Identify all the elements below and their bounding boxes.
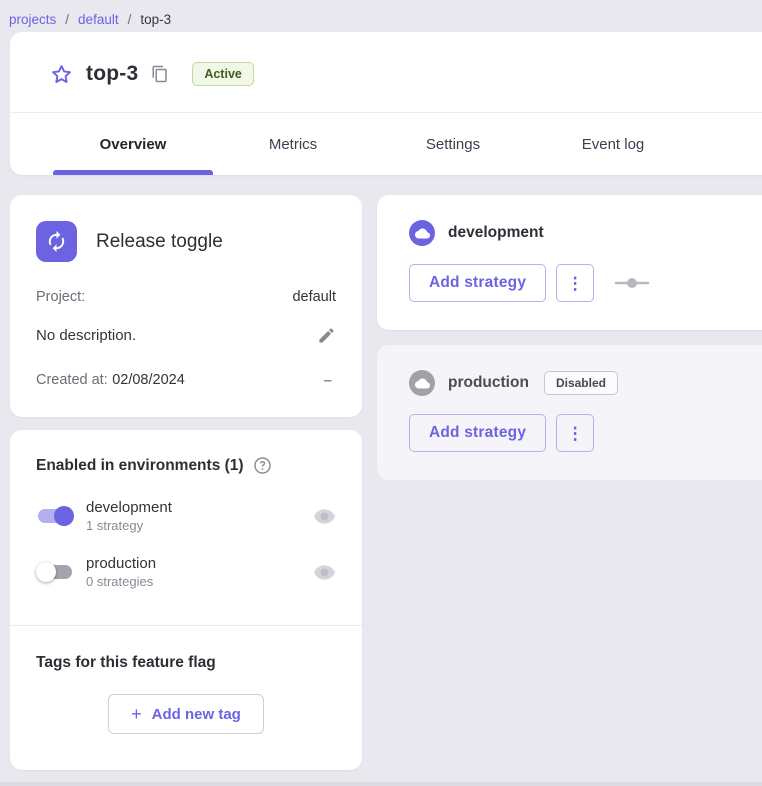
page-title: top-3 <box>86 62 138 86</box>
status-badge: Active <box>192 62 254 86</box>
add-strategy-button[interactable]: Add strategy <box>409 414 546 452</box>
development-environment-panel: development Add strategy ⋮ <box>377 195 762 330</box>
flag-details-card: Release toggle Project: default No descr… <box>10 195 362 417</box>
visibility-eye-icon[interactable] <box>313 561 336 584</box>
environment-panel-name: production <box>448 374 529 392</box>
bottom-edge-strip <box>0 782 762 786</box>
active-tab-indicator <box>53 170 213 175</box>
tab-event-log[interactable]: Event log <box>533 113 693 175</box>
plus-icon: + <box>131 705 142 723</box>
breadcrumb-projects-link[interactable]: projects <box>9 12 56 27</box>
environment-panel-name: development <box>448 224 544 242</box>
add-new-tag-label: Add new tag <box>152 706 241 723</box>
environment-row-production: production 0 strategies <box>36 555 336 589</box>
environment-name: production <box>86 555 156 572</box>
development-toggle[interactable] <box>36 505 74 527</box>
production-environment-panel: production Disabled Add strategy ⋮ <box>377 345 762 480</box>
favorite-star-icon[interactable] <box>50 63 73 86</box>
environments-tags-card: Enabled in environments (1) de <box>10 430 362 770</box>
description-text: No description. <box>36 327 136 344</box>
help-icon[interactable] <box>253 456 272 475</box>
edit-description-icon[interactable] <box>317 326 336 345</box>
tab-overview[interactable]: Overview <box>53 113 213 175</box>
breadcrumb: projects / default / top-3 <box>0 0 762 32</box>
breadcrumb-current: top-3 <box>140 12 171 27</box>
project-label: Project: <box>36 289 85 305</box>
environment-menu-kebab-icon[interactable]: ⋮ <box>556 264 594 302</box>
flag-type-label: Release toggle <box>96 231 223 253</box>
add-new-tag-button[interactable]: + Add new tag <box>108 694 264 734</box>
environment-name: development <box>86 499 172 516</box>
release-toggle-icon <box>36 221 77 262</box>
breadcrumb-separator: / <box>65 12 69 27</box>
enabled-environments-section: Enabled in environments (1) de <box>10 430 362 625</box>
metrics-sparkline-icon <box>614 276 650 290</box>
breadcrumb-separator: / <box>128 12 132 27</box>
project-value: default <box>292 289 336 305</box>
production-toggle[interactable] <box>36 561 74 583</box>
tags-section: Tags for this feature flag + Add new tag <box>10 626 362 770</box>
created-at-value: 02/08/2024 <box>112 372 185 388</box>
cloud-environment-icon <box>409 370 435 396</box>
environment-strategy-count: 0 strategies <box>86 574 156 589</box>
flag-header-card: top-3 Active Overview Metrics Settings E… <box>10 32 762 175</box>
tab-metrics[interactable]: Metrics <box>213 113 373 175</box>
disabled-badge: Disabled <box>544 371 618 395</box>
environment-menu-kebab-icon[interactable]: ⋮ <box>556 414 594 452</box>
environment-strategy-count: 1 strategy <box>86 518 172 533</box>
tab-settings[interactable]: Settings <box>373 113 533 175</box>
cloud-environment-icon <box>409 220 435 246</box>
copy-name-icon[interactable] <box>151 65 169 83</box>
tabs: Overview Metrics Settings Event log <box>53 113 762 175</box>
visibility-eye-icon[interactable] <box>313 505 336 528</box>
created-at-label: Created at: <box>36 372 108 388</box>
tags-title: Tags for this feature flag <box>36 654 336 672</box>
environment-row-development: development 1 strategy <box>36 499 336 533</box>
enabled-environments-title: Enabled in environments (1) <box>36 457 244 475</box>
created-at-dash: – <box>324 372 336 389</box>
add-strategy-button[interactable]: Add strategy <box>409 264 546 302</box>
flag-title-row: top-3 Active <box>10 32 762 112</box>
breadcrumb-default-link[interactable]: default <box>78 12 119 27</box>
